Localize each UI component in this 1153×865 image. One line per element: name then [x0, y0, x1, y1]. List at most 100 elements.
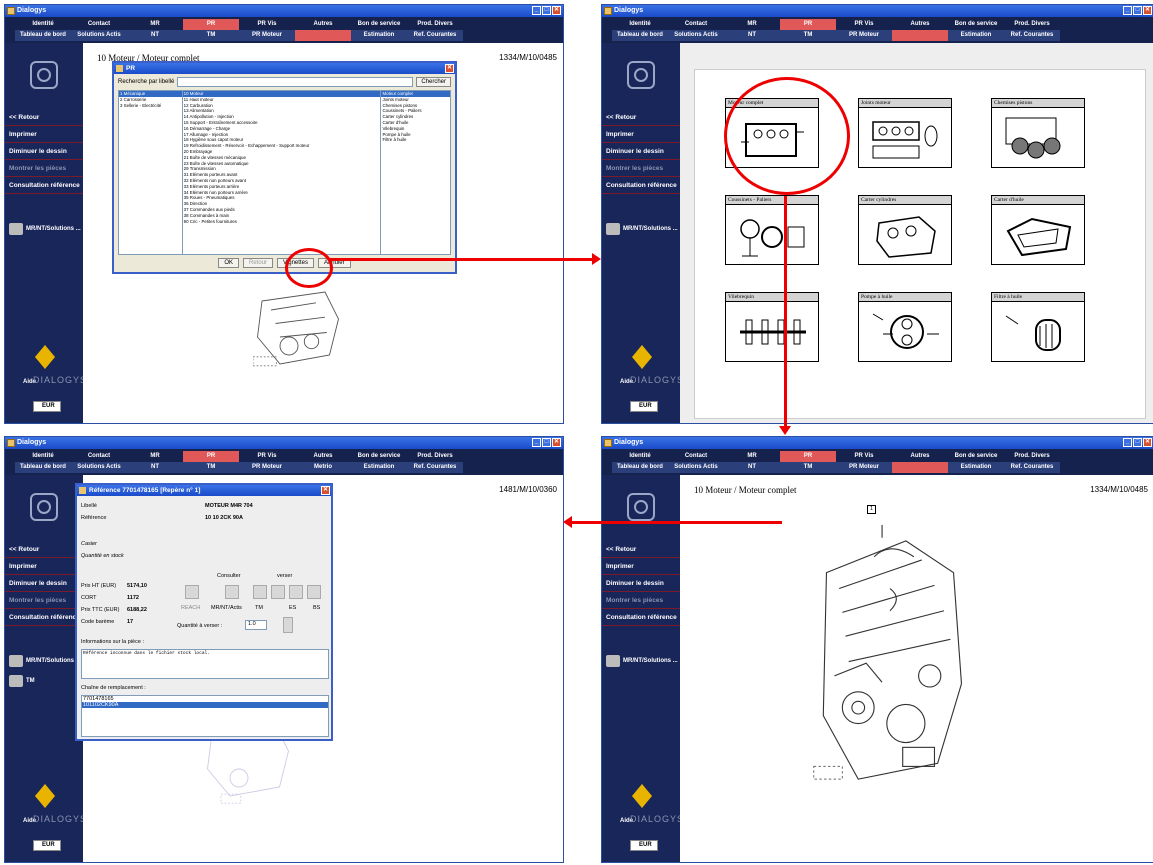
currency-button[interactable]: EUR — [33, 401, 61, 412]
menu-item[interactable]: PR Vis — [836, 451, 892, 462]
menu-item[interactable]: Autres — [295, 19, 351, 30]
mr-nt-button[interactable]: MR/NT/Solutions ... — [606, 221, 678, 237]
thumbnail[interactable]: Coussinets - Paliers — [725, 195, 819, 265]
currency-button[interactable]: EUR — [630, 840, 658, 851]
menu-item[interactable]: Metrio — [295, 462, 351, 473]
list-item[interactable]: Filtre à huile — [381, 137, 450, 143]
thumbnail[interactable]: Carter cylindres — [858, 195, 952, 265]
minimize-icon[interactable]: _ — [532, 6, 541, 15]
menu-item[interactable]: Tableau de bord — [15, 462, 71, 473]
maximize-icon[interactable]: □ — [542, 6, 551, 15]
menu-item[interactable]: Tableau de bord — [15, 30, 71, 41]
search-input[interactable] — [177, 77, 414, 87]
menu-item[interactable]: Prod. Divers — [407, 451, 463, 462]
menu-item[interactable]: TM — [780, 30, 836, 41]
maximize-icon[interactable]: □ — [542, 438, 551, 447]
menu-item[interactable]: PR — [183, 19, 239, 30]
extra-icon[interactable] — [307, 585, 321, 599]
menu-item[interactable]: Tableau de bord — [612, 30, 668, 41]
menu-item[interactable]: Autres — [892, 451, 948, 462]
menu-item[interactable]: Solutions Actis — [71, 30, 127, 41]
menu-item[interactable]: Solutions Actis — [71, 462, 127, 473]
menu-item[interactable]: Estimation — [351, 462, 407, 473]
menu-item[interactable]: PR Moteur — [836, 462, 892, 473]
thumbnail[interactable]: Pompe à huile — [858, 292, 952, 362]
consult-button[interactable]: Consultation référence — [602, 609, 680, 626]
reach-icon[interactable] — [185, 585, 199, 599]
menu-item[interactable]: Bon de service — [948, 451, 1004, 462]
back-button[interactable]: << Retour — [602, 541, 680, 558]
menu-item[interactable]: Estimation — [948, 30, 1004, 41]
thumbnail[interactable]: Carter d'huile — [991, 195, 1085, 265]
show-parts-button[interactable]: Montrer les pièces — [602, 592, 680, 609]
consult-button[interactable]: Consultation référence — [5, 177, 83, 194]
menu-item[interactable]: Contact — [71, 19, 127, 30]
menu-item[interactable]: TM — [780, 462, 836, 473]
mrnt-icon[interactable] — [225, 585, 239, 599]
menu-item[interactable]: MR — [724, 19, 780, 30]
menu-item[interactable]: Identité — [612, 19, 668, 30]
thumbnail[interactable]: Filtre à huile — [991, 292, 1085, 362]
shrink-button[interactable]: Diminuer le dessin — [602, 575, 680, 592]
consult-button[interactable]: Consultation référence — [602, 177, 680, 194]
mr-nt-button[interactable]: MR/NT/Solutions ... — [606, 653, 678, 669]
menu-item[interactable]: PR — [183, 451, 239, 462]
menu-item[interactable]: Contact — [668, 19, 724, 30]
menu-item[interactable]: Solutions Actis — [668, 462, 724, 473]
menu-item[interactable]: Bon de service — [948, 19, 1004, 30]
currency-button[interactable]: EUR — [630, 401, 658, 412]
close-icon[interactable]: ✕ — [321, 486, 330, 495]
menu-item[interactable]: PR Vis — [239, 19, 295, 30]
menu-item[interactable]: MR — [127, 19, 183, 30]
minimize-icon[interactable]: _ — [532, 438, 541, 447]
menu-item[interactable]: PR Vis — [239, 451, 295, 462]
close-icon[interactable]: ✕ — [552, 6, 561, 15]
list-item[interactable]: 3 Sellerie - Electricité — [119, 103, 182, 109]
menu-item[interactable]: TM — [183, 462, 239, 473]
list-level1[interactable]: 1 Mécanique 2 Carrosserie 3 Sellerie - Ele… — [119, 91, 183, 254]
menu-item[interactable]: NT — [127, 462, 183, 473]
menu-item[interactable] — [892, 462, 948, 473]
back-button[interactable]: << Retour — [5, 109, 83, 126]
menu-item[interactable]: PR Moteur — [836, 30, 892, 41]
thumbnail[interactable]: Chemises pistons — [991, 98, 1085, 168]
menu-item[interactable]: Contact — [668, 451, 724, 462]
consult-button[interactable]: Consultation référence — [5, 609, 83, 626]
menu-item[interactable]: NT — [724, 30, 780, 41]
close-icon[interactable]: ✕ — [1143, 6, 1152, 15]
print-button[interactable]: Imprimer — [602, 558, 680, 575]
list-level3[interactable]: Moteur complet Joints moteur Chemises pist… — [381, 91, 451, 254]
shrink-button[interactable]: Diminuer le dessin — [5, 143, 83, 160]
show-parts-button[interactable]: Montrer les pièces — [5, 592, 83, 609]
search-button[interactable]: Chercher — [416, 77, 451, 87]
minimize-icon[interactable]: _ — [1123, 438, 1132, 447]
maximize-icon[interactable]: □ — [1133, 6, 1142, 15]
close-icon[interactable]: ✕ — [445, 64, 454, 73]
menu-item[interactable]: TM — [183, 30, 239, 41]
back-button[interactable]: << Retour — [5, 541, 83, 558]
menu-item[interactable]: Bon de service — [351, 19, 407, 30]
menu-item[interactable]: Ref. Courantes — [407, 462, 463, 473]
menu-item[interactable]: Autres — [892, 19, 948, 30]
close-icon[interactable]: ✕ — [552, 438, 561, 447]
menu-item[interactable]: MR — [127, 451, 183, 462]
menu-item[interactable]: MR — [724, 451, 780, 462]
chain-list[interactable]: 7701478165 101102CK90A — [81, 695, 329, 737]
menu-item[interactable]: Prod. Divers — [407, 19, 463, 30]
list-level2[interactable]: 10 Moteur 11 Haut moteur 12 Carburation 13 … — [182, 91, 382, 254]
print-button[interactable]: Imprimer — [602, 126, 680, 143]
menu-item[interactable]: Prod. Divers — [1004, 19, 1060, 30]
back-button[interactable]: << Retour — [602, 109, 680, 126]
tm-icon[interactable] — [253, 585, 267, 599]
menu-item[interactable]: PR Vis — [836, 19, 892, 30]
menu-item[interactable]: Identité — [15, 19, 71, 30]
menu-item[interactable]: Estimation — [351, 30, 407, 41]
menu-item[interactable] — [295, 30, 351, 41]
maximize-icon[interactable]: □ — [1133, 438, 1142, 447]
menu-item[interactable]: PR — [780, 451, 836, 462]
menu-item[interactable]: Autres — [295, 451, 351, 462]
menu-item[interactable]: Identité — [15, 451, 71, 462]
ok-button[interactable]: OK — [218, 258, 240, 268]
retour-button[interactable]: Retour — [243, 258, 274, 268]
menu-item[interactable]: Bon de service — [351, 451, 407, 462]
